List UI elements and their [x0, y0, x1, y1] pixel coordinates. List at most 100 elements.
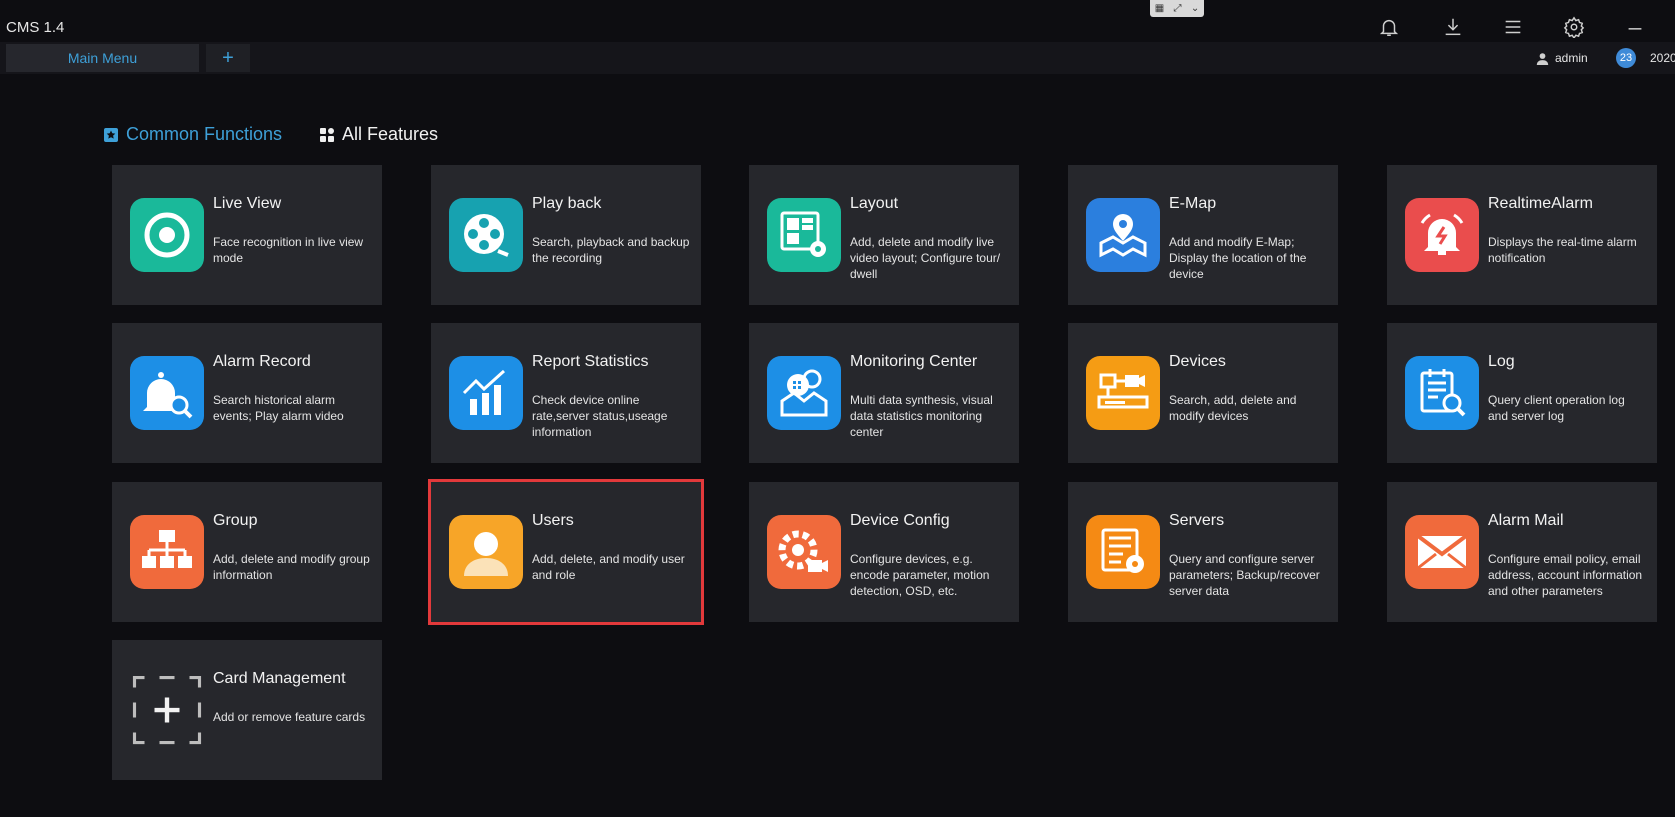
menu-icon[interactable]: [1500, 14, 1526, 40]
log-search-icon: [1420, 369, 1466, 417]
card-title: Users: [532, 512, 574, 529]
grid-icon: ▦: [1154, 2, 1165, 14]
card-alarm-record[interactable]: Alarm Record Search historical alarm eve…: [112, 323, 382, 463]
card-desc: Query and configure server parameters; B…: [1169, 552, 1320, 598]
card-layout[interactable]: Layout Add, delete and modify live video…: [749, 165, 1019, 305]
card-icon-bg: [130, 673, 204, 747]
title-bar: CMS 1.4 ▦ ⤢ ⌄: [0, 0, 1675, 42]
card-title: Alarm Record: [213, 353, 311, 370]
card-desc: Add or remove feature cards: [213, 710, 366, 724]
card-desc: Search, playback and backup the recordin…: [532, 235, 690, 265]
mail-icon: [1416, 534, 1468, 570]
tab-bar: Main Menu + admin 23 2020: [0, 42, 1675, 74]
card-icon-bg: [1086, 198, 1160, 272]
card-desc: Configure devices, e.g. encode parameter…: [850, 552, 990, 598]
card-title: RealtimeAlarm: [1488, 195, 1593, 212]
card-icon-bg: [130, 356, 204, 430]
card-desc: Search, add, delete and modify devices: [1169, 393, 1297, 423]
device-config-icon: [778, 530, 828, 572]
card-title: Log: [1488, 353, 1515, 370]
username: admin: [1555, 51, 1588, 65]
card-desc: Configure email policy, email address, a…: [1488, 552, 1643, 598]
card-title: Devices: [1169, 353, 1226, 370]
tab-all-features[interactable]: All Features: [320, 124, 438, 145]
map-pin-icon: [1099, 214, 1147, 258]
window-snap-widget[interactable]: ▦ ⤢ ⌄: [1150, 0, 1204, 17]
card-title: Alarm Mail: [1488, 512, 1564, 529]
alarm-bell-icon: [1420, 213, 1464, 255]
film-reel-icon: [464, 214, 509, 257]
card-icon-bg: [449, 356, 523, 430]
monitoring-icon: [780, 369, 828, 417]
count-badge[interactable]: 23: [1616, 48, 1636, 68]
card-monitoring-center[interactable]: Monitoring Center Multi data synthesis, …: [749, 323, 1019, 463]
group-tree-icon: [142, 530, 192, 568]
layout-gear-icon: [780, 211, 826, 257]
bell-search-icon: [143, 372, 193, 419]
card-desc: Face recognition in live view mode: [213, 235, 364, 265]
card-icon-bg: [767, 198, 841, 272]
chevron-down-icon: ⌄: [1190, 2, 1200, 14]
card-realtime-alarm[interactable]: RealtimeAlarm Displays the real-time ala…: [1387, 165, 1657, 305]
devices-icon: [1097, 373, 1149, 409]
download-icon[interactable]: [1440, 14, 1466, 40]
card-report-statistics[interactable]: Report Statistics Check device online ra…: [431, 323, 701, 463]
add-tab-button[interactable]: +: [206, 44, 250, 72]
tab-common-functions[interactable]: Common Functions: [104, 124, 282, 145]
star-square-icon: [104, 127, 118, 142]
card-title: Servers: [1169, 512, 1225, 529]
card-icon-bg: [1405, 198, 1479, 272]
card-alarm-mail[interactable]: Alarm Mail Configure email policy, email…: [1387, 482, 1657, 622]
card-icon-bg: [767, 515, 841, 589]
user-info[interactable]: admin: [1536, 51, 1588, 65]
app-title: CMS 1.4: [6, 19, 65, 36]
minimize-icon[interactable]: [1622, 14, 1648, 40]
add-card-icon: [132, 675, 202, 745]
card-log[interactable]: Log Query client operation log and serve…: [1387, 323, 1657, 463]
card-desc: Add and modify E-Map; Display the locati…: [1169, 235, 1307, 281]
card-group[interactable]: Group Add, delete and modify group infor…: [112, 482, 382, 622]
card-icon-bg: [130, 515, 204, 589]
card-title: Report Statistics: [532, 353, 649, 370]
card-desc: Add, delete, and modify user and role: [532, 552, 685, 582]
card-title: Device Config: [850, 512, 950, 529]
card-card-management[interactable]: Card Management Add or remove feature ca…: [112, 640, 382, 780]
card-icon-bg: [767, 356, 841, 430]
card-servers[interactable]: Servers Query and configure server param…: [1068, 482, 1338, 622]
card-device-config[interactable]: Device Config Configure devices, e.g. en…: [749, 482, 1019, 622]
card-title: Card Management: [213, 670, 346, 687]
card-icon-bg: [130, 198, 204, 272]
card-icon-bg: [449, 198, 523, 272]
card-desc: Check device online rate,server status,u…: [532, 393, 668, 439]
card-users[interactable]: Users Add, delete, and modify user and r…: [428, 479, 704, 625]
card-desc: Displays the real-time alarm notificatio…: [1488, 235, 1637, 265]
card-live-view[interactable]: Live View Face recognition in live view …: [112, 165, 382, 305]
notification-bell-icon[interactable]: [1376, 14, 1402, 40]
grid-icon: [320, 127, 334, 142]
common-functions-label: Common Functions: [126, 124, 283, 144]
user-icon: [1536, 52, 1549, 65]
expand-icon: ⤢: [1173, 2, 1182, 14]
card-devices[interactable]: Devices Search, add, delete and modify d…: [1068, 323, 1338, 463]
bar-chart-icon: [462, 369, 506, 415]
year-label: 2020: [1650, 51, 1675, 65]
card-play-back[interactable]: Play back Search, playback and backup th…: [431, 165, 701, 305]
card-title: Monitoring Center: [850, 353, 978, 370]
tab-main-menu[interactable]: Main Menu: [6, 44, 199, 72]
card-icon-bg: [449, 515, 523, 589]
all-features-label: All Features: [342, 124, 439, 144]
user-icon: [464, 532, 508, 576]
card-desc: Search historical alarm events; Play ala…: [213, 393, 344, 423]
card-desc: Add, delete and modify live video layout…: [850, 235, 1001, 281]
server-gear-icon: [1101, 528, 1144, 573]
card-e-map[interactable]: E-Map Add and modify E-Map; Display the …: [1068, 165, 1338, 305]
card-title: E-Map: [1169, 195, 1217, 212]
settings-gear-icon[interactable]: [1561, 14, 1587, 40]
card-desc: Add, delete and modify group information: [213, 552, 370, 582]
card-icon-bg: [1405, 356, 1479, 430]
card-icon-bg: [1086, 515, 1160, 589]
live-view-icon: [144, 212, 190, 258]
card-title: Live View: [213, 195, 282, 212]
card-title: Layout: [850, 195, 899, 212]
card-icon-bg: [1405, 515, 1479, 589]
